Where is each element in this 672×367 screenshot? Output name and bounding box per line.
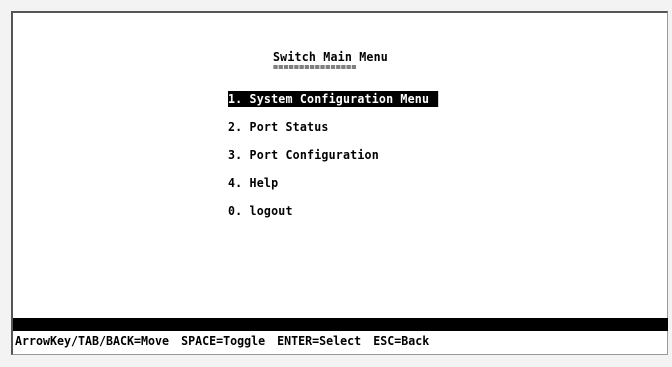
- hint-toggle: SPACE=Toggle: [181, 333, 266, 348]
- hint-back: ESC=Back: [373, 333, 430, 348]
- terminal-window-frame: Switch Main Menu ================ 1. Sys…: [0, 0, 672, 367]
- hint-move: ArrowKey/TAB/BACK=Move: [15, 333, 169, 348]
- menu-item-help[interactable]: 4. Help: [228, 175, 278, 191]
- menu-item-label: 1. System Configuration Menu: [228, 91, 430, 106]
- status-bar: [13, 318, 668, 331]
- menu-item-port-configuration[interactable]: 3. Port Configuration: [228, 147, 379, 163]
- hint-select: ENTER=Select: [277, 333, 362, 348]
- text-cursor: [429, 103, 437, 105]
- menu-item-system-configuration[interactable]: 1. System Configuration Menu: [228, 91, 439, 107]
- terminal-screen: Switch Main Menu ================ 1. Sys…: [11, 11, 668, 355]
- menu-item-logout[interactable]: 0. logout: [228, 203, 293, 219]
- menu-item-port-status[interactable]: 2. Port Status: [228, 119, 329, 135]
- key-hints-bar: ArrowKey/TAB/BACK=Move SPACE=Toggle ENTER=…: [15, 333, 441, 349]
- menu-title-underline: ================: [273, 63, 357, 73]
